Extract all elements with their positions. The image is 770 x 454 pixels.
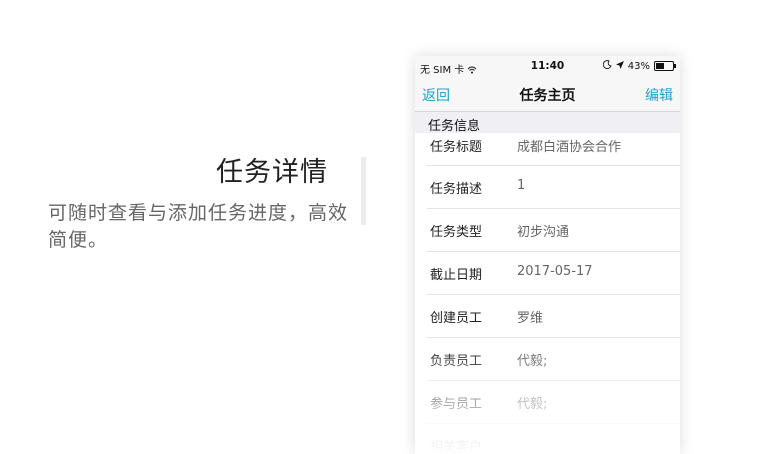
status-bar: 无 SIM 卡 11:40 43% [415,56,680,78]
info-rows: 任务标题 成都白酒协会合作 任务描述 1 任务类型 初步沟通 截止日期 2017… [415,133,680,454]
row-label: 任务标题 [430,140,483,155]
row-task-title[interactable]: 任务标题 成都白酒协会合作 [427,133,680,166]
row-value: 罗维 [517,311,544,326]
section-header-label: 任务信息 [428,119,481,134]
row-creator[interactable]: 创建员工 罗维 [427,295,680,338]
row-label: 参与员工 [430,397,483,412]
promo-title: 任务详情 [216,157,328,188]
nav-title: 任务主页 [519,88,576,104]
moon-icon [602,60,612,72]
row-value: 成都白酒协会合作 [517,140,622,155]
edit-button[interactable]: 编辑 [645,85,673,105]
row-label: 负责员工 [430,354,483,369]
status-right: 43% [602,60,676,72]
row-value: 2017-05-17 [517,264,593,279]
row-participants[interactable]: 参与员工 代毅; [427,381,680,424]
location-arrow-icon [615,60,624,72]
phone-screen: 无 SIM 卡 11:40 43% 返回 任务主页 编辑 任务信息 任务标题 成… [415,56,680,454]
row-value: 代毅; [517,354,548,369]
battery-icon [654,61,676,71]
row-value: 1 [517,178,526,193]
row-task-description[interactable]: 任务描述 1 [427,166,680,209]
battery-percent: 43% [627,60,650,72]
row-related-customer[interactable]: 相关客户 [427,424,680,454]
row-deadline[interactable]: 截止日期 2017-05-17 [427,252,680,295]
row-owner[interactable]: 负责员工 代毅; [427,338,680,381]
row-value: 代毅; [517,397,548,412]
row-label: 任务类型 [430,225,483,240]
nav-bar: 返回 任务主页 编辑 [415,78,680,112]
row-label: 任务描述 [430,182,483,197]
divider [361,157,366,225]
row-label: 创建员工 [430,311,483,326]
section-header: 任务信息 [415,112,680,134]
row-value: 初步沟通 [517,225,570,240]
row-task-type[interactable]: 任务类型 初步沟通 [427,209,680,252]
row-label: 相关客户 [430,440,483,454]
row-label: 截止日期 [430,268,483,283]
promo-description: 可随时查看与添加任务进度，高效简便。 [48,202,349,251]
